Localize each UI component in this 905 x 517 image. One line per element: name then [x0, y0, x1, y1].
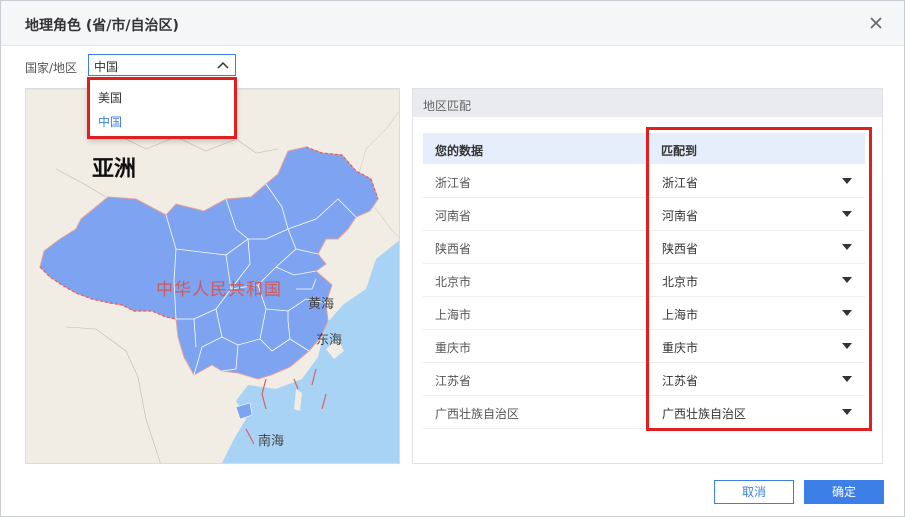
highlight-box-dropdown — [87, 77, 237, 139]
row-data-cell: 上海市 — [435, 308, 472, 322]
ok-button[interactable]: 确定 — [804, 480, 884, 504]
close-icon[interactable] — [866, 13, 886, 33]
map-label-china: 中华人民共和国 — [156, 280, 282, 300]
chevron-up-icon — [216, 59, 230, 74]
country-label: 国家/地区 — [25, 61, 78, 75]
dialog-title: 地理角色 (省/市/自治区) — [25, 18, 179, 34]
map-label-yellow-sea: 黄海 — [308, 297, 335, 312]
map-label-asia: 亚洲 — [92, 157, 137, 182]
map-label-south-sea: 南海 — [258, 434, 285, 449]
row-data-cell: 重庆市 — [435, 341, 472, 355]
row-data-cell: 浙江省 — [435, 176, 472, 190]
row-data-cell: 陕西省 — [435, 242, 472, 256]
country-select-value: 中国 — [94, 60, 119, 74]
map-label-east-sea: 东海 — [316, 333, 343, 348]
dialog-titlebar: 地理角色 (省/市/自治区) — [1, 1, 904, 46]
panel-title: 地区匹配 — [423, 99, 472, 113]
country-select[interactable]: 中国 — [88, 54, 236, 76]
col-your-data: 您的数据 — [435, 144, 484, 158]
highlight-box-match-column — [646, 127, 872, 431]
row-data-cell: 广西壮族自治区 — [435, 407, 520, 421]
row-data-cell: 北京市 — [435, 275, 472, 289]
panel-header: 地区匹配 — [413, 89, 882, 117]
cancel-button[interactable]: 取消 — [714, 480, 794, 504]
row-data-cell: 河南省 — [435, 209, 472, 223]
china-map[interactable]: 亚洲 中华人民共和国 黄海 东海 南海 — [25, 88, 400, 464]
geo-role-dialog: 地理角色 (省/市/自治区) 国家/地区 中国 亚洲 中华人民共和国 黄海 东海… — [0, 0, 905, 517]
row-data-cell: 江苏省 — [435, 374, 472, 388]
